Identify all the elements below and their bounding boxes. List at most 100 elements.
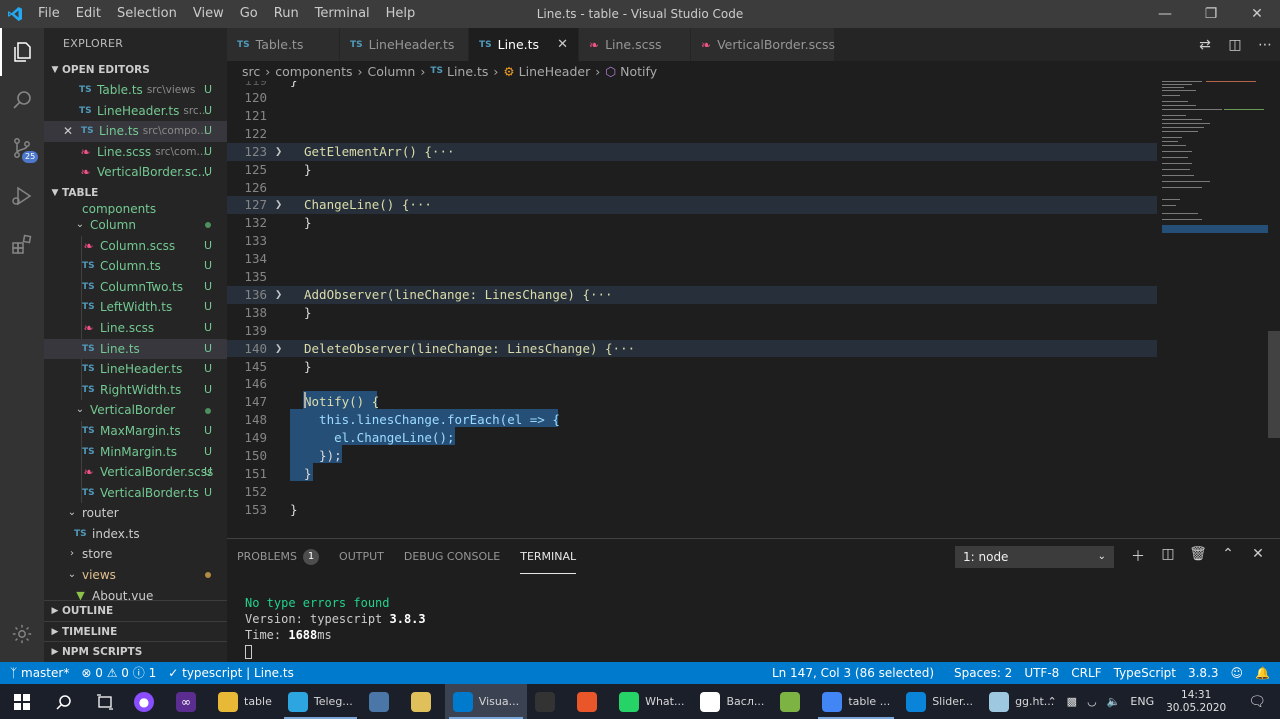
taskbar-search-icon[interactable] bbox=[44, 684, 84, 719]
notifications-bell-icon[interactable]: 🔔 bbox=[1249, 662, 1280, 684]
explorer-icon[interactable] bbox=[0, 28, 44, 76]
menu-item-file[interactable]: File bbox=[30, 0, 68, 28]
tree-file-index[interactable]: TS index.ts bbox=[44, 524, 227, 545]
tree-file-item[interactable]: TS LeftWidth.ts U bbox=[44, 297, 227, 318]
tab-verticalborder-scss[interactable]: ❧ VerticalBorder.scss bbox=[691, 28, 835, 61]
close-icon[interactable]: ✕ bbox=[62, 121, 74, 142]
branch-status[interactable]: ᛉ master* bbox=[0, 662, 75, 684]
npm-scripts-header[interactable]: ▶ NPM SCRIPTS bbox=[44, 641, 227, 661]
taskbar-app[interactable]: table bbox=[210, 684, 280, 719]
tree-file-item[interactable]: TS ColumnTwo.ts U bbox=[44, 277, 227, 298]
taskbar-app[interactable]: Slider... bbox=[898, 684, 981, 719]
run-debug-icon[interactable] bbox=[0, 172, 44, 220]
language-mode[interactable]: TypeScript bbox=[1108, 662, 1182, 684]
task-view-icon[interactable] bbox=[84, 684, 126, 719]
tree-folder-verticalborder[interactable]: ⌄ VerticalBorder bbox=[44, 400, 227, 421]
tree-file-item[interactable]: TS LineHeader.ts U bbox=[44, 359, 227, 380]
input-language[interactable]: ENG bbox=[1130, 695, 1154, 708]
clock[interactable]: 14:31 30.05.2020 bbox=[1166, 689, 1226, 715]
tree-file-item[interactable]: TS Line.ts U bbox=[44, 338, 227, 360]
alice-app-icon[interactable]: ● bbox=[126, 684, 168, 719]
tray-chevron-up-icon[interactable]: ⌃ bbox=[1047, 695, 1056, 708]
menu-item-edit[interactable]: Edit bbox=[68, 0, 109, 28]
breadcrumb-class[interactable]: LineHeader bbox=[519, 64, 591, 79]
fold-chevron-icon[interactable]: ❯ bbox=[275, 196, 282, 214]
close-window-button[interactable]: ✕ bbox=[1234, 0, 1280, 28]
breadcrumb-file[interactable]: Line.ts bbox=[447, 64, 488, 79]
tree-folder-views[interactable]: ⌄ views bbox=[44, 565, 227, 586]
manage-gear-icon[interactable] bbox=[0, 614, 44, 654]
tree-file-item[interactable]: TS MaxMargin.ts U bbox=[44, 421, 227, 442]
open-editor-item[interactable]: ✕ TS Line.ts src\compo... U bbox=[44, 121, 227, 142]
wifi-icon[interactable]: ◡ bbox=[1087, 695, 1097, 708]
tab-debug-console[interactable]: DEBUG CONSOLE bbox=[404, 539, 500, 574]
tray-app-icon[interactable]: ▩ bbox=[1067, 695, 1077, 708]
tree-file-item[interactable]: TS Column.ts U bbox=[44, 256, 227, 277]
taskbar-app[interactable]: Teleg... bbox=[280, 684, 361, 719]
kill-terminal-icon[interactable]: 🗑 bbox=[1183, 546, 1213, 566]
start-windows-icon[interactable] bbox=[0, 684, 44, 719]
close-panel-icon[interactable]: ✕ bbox=[1243, 546, 1273, 566]
menu-item-terminal[interactable]: Terminal bbox=[307, 0, 378, 28]
fold-chevron-icon[interactable]: ❯ bbox=[275, 340, 282, 358]
menu-item-view[interactable]: View bbox=[185, 0, 232, 28]
menu-item-selection[interactable]: Selection bbox=[109, 0, 185, 28]
encoding[interactable]: UTF-8 bbox=[1018, 662, 1065, 684]
menu-item-help[interactable]: Help bbox=[378, 0, 424, 28]
tree-file-item[interactable]: ❧ Column.scss U bbox=[44, 236, 227, 257]
feedback-icon[interactable]: ☺ bbox=[1225, 662, 1250, 684]
terminal-output[interactable]: No type errors found Version: typescript… bbox=[245, 595, 426, 659]
tab-lineheader-ts[interactable]: TS LineHeader.ts bbox=[340, 28, 469, 61]
breadcrumb-components[interactable]: components bbox=[275, 64, 352, 79]
extensions-icon[interactable] bbox=[0, 220, 44, 268]
tab-line-scss[interactable]: ❧ Line.scss bbox=[579, 28, 691, 61]
open-editor-item[interactable]: TS Table.ts src\views U bbox=[44, 80, 227, 101]
open-editor-item[interactable]: ❧ VerticalBorder.sc... U bbox=[44, 162, 227, 183]
maximize-panel-icon[interactable]: ⌃ bbox=[1213, 546, 1243, 566]
tree-file-item[interactable]: ❧ VerticalBorder.scss U bbox=[44, 462, 227, 483]
open-editor-item[interactable]: ❧ Line.scss src\com... U bbox=[44, 142, 227, 163]
tree-folder-router[interactable]: ⌄ router bbox=[44, 503, 227, 524]
taskbar-app[interactable]: What... bbox=[611, 684, 692, 719]
tree-folder-column[interactable]: ⌄ Column bbox=[44, 215, 227, 236]
fold-chevron-icon[interactable]: ❯ bbox=[275, 286, 282, 304]
taskbar-app[interactable]: Visua... bbox=[444, 684, 528, 719]
search-icon[interactable] bbox=[0, 76, 44, 124]
breadcrumb-src[interactable]: src bbox=[242, 64, 260, 79]
fold-chevron-icon[interactable]: ❯ bbox=[275, 143, 282, 161]
taskbar-app[interactable] bbox=[361, 684, 403, 719]
source-control-icon[interactable]: 25 bbox=[0, 124, 44, 172]
tab-line-ts[interactable]: TS Line.ts ✕ bbox=[469, 28, 579, 61]
code-editor[interactable]: 119} 120121122123❯GetElementArr() {···12… bbox=[227, 81, 1280, 538]
menu-item-run[interactable]: Run bbox=[266, 0, 307, 28]
taskbar-app[interactable]: Васл... bbox=[692, 684, 772, 719]
indentation[interactable]: Spaces: 2 bbox=[948, 662, 1018, 684]
maximize-button[interactable]: ❐ bbox=[1188, 0, 1234, 28]
menu-item-go[interactable]: Go bbox=[232, 0, 266, 28]
end-of-line[interactable]: CRLF bbox=[1065, 662, 1107, 684]
tab-problems[interactable]: PROBLEMS 1 bbox=[237, 539, 320, 574]
open-editor-item[interactable]: TS LineHeader.ts src... U bbox=[44, 101, 227, 122]
volume-icon[interactable]: 🔈 bbox=[1107, 695, 1121, 708]
visual-studio-app-icon[interactable]: ∞ bbox=[168, 684, 210, 719]
minimap[interactable] bbox=[1162, 81, 1270, 241]
taskbar-app[interactable] bbox=[569, 684, 611, 719]
vertical-scrollbar[interactable] bbox=[1268, 81, 1280, 538]
minimize-button[interactable]: — bbox=[1142, 0, 1188, 28]
timeline-header[interactable]: ▶ TIMELINE bbox=[44, 621, 227, 641]
problems-status[interactable]: ⊗ 0 ⚠ 0 ⓘ 1 bbox=[75, 662, 162, 684]
close-icon[interactable]: ✕ bbox=[557, 37, 568, 52]
terminal-select[interactable]: 1: node ⌄ bbox=[955, 546, 1114, 568]
tree-folder-components[interactable]: components bbox=[44, 203, 227, 215]
split-terminal-icon[interactable]: ◫ bbox=[1153, 546, 1183, 566]
outline-header[interactable]: ▶ OUTLINE bbox=[44, 601, 227, 621]
taskbar-app[interactable] bbox=[403, 684, 445, 719]
open-editors-header[interactable]: ▼ OPEN EDITORS bbox=[44, 60, 227, 80]
split-editor-icon[interactable]: ◫ bbox=[1220, 37, 1250, 53]
more-actions-icon[interactable]: ⋯ bbox=[1250, 37, 1280, 53]
tree-file-item[interactable]: TS MinMargin.ts U bbox=[44, 442, 227, 463]
ts-version[interactable]: 3.8.3 bbox=[1182, 662, 1225, 684]
ts-check-status[interactable]: ✓ typescript | Line.ts bbox=[162, 662, 300, 684]
action-center-icon[interactable]: 🗨 bbox=[1248, 694, 1266, 710]
taskbar-app[interactable]: table ... bbox=[814, 684, 898, 719]
